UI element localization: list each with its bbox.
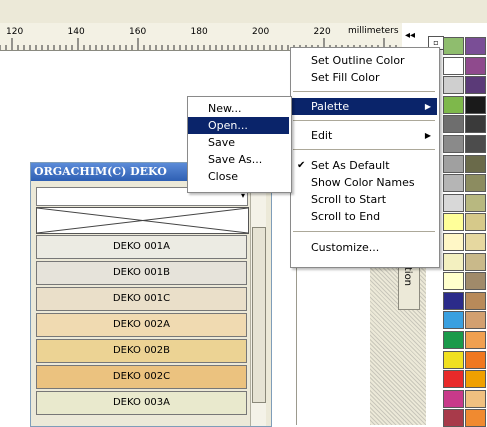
color-swatch[interactable]	[465, 213, 486, 232]
menu-item-set-fill-color[interactable]: Set Fill Color	[291, 69, 437, 86]
menu-item-scroll-to-start[interactable]: Scroll to Start	[291, 191, 437, 208]
color-swatch[interactable]	[443, 311, 464, 330]
menu-item-label: Show Color Names	[311, 176, 415, 189]
menu-separator	[293, 120, 435, 121]
color-swatch[interactable]	[465, 311, 486, 330]
scroll-palette-start-button[interactable]: ◂◂	[403, 28, 417, 44]
color-swatch[interactable]	[443, 331, 464, 349]
color-swatch[interactable]	[443, 272, 464, 291]
color-swatch[interactable]	[443, 193, 464, 212]
palette-color-row[interactable]: DEKO 001A	[36, 235, 247, 259]
ruler-tick-label: 200	[252, 27, 270, 37]
menu-item-customize[interactable]: Customize...	[291, 239, 437, 256]
color-swatch[interactable]	[443, 213, 464, 232]
ruler-tick-label: 220	[313, 27, 331, 37]
menu-item-label: Set Fill Color	[311, 71, 380, 84]
menu-item-edit[interactable]: Edit ▶	[291, 127, 437, 144]
color-swatch[interactable]	[465, 389, 486, 408]
color-swatch[interactable]	[443, 291, 464, 310]
submenu-item-save[interactable]: Save	[188, 134, 289, 151]
ruler-unit-label: millimeters	[348, 26, 399, 36]
no-color-x-icon	[36, 207, 249, 234]
ruler-tick-label: 180	[190, 27, 208, 37]
submenu-item-new[interactable]: New...	[188, 100, 289, 117]
color-swatch[interactable]	[443, 76, 464, 95]
color-swatch[interactable]	[465, 252, 486, 271]
menu-separator	[293, 91, 435, 92]
color-swatch[interactable]	[443, 370, 464, 389]
palette-submenu: New... Open... Save Save As... Close	[187, 96, 292, 193]
menu-item-palette[interactable]: Palette ▶	[291, 98, 437, 115]
palette-color-row[interactable]: DEKO 001B	[36, 261, 247, 285]
palette-scrollbar-thumb[interactable]	[252, 227, 266, 403]
menu-item-label: Edit	[311, 129, 333, 142]
color-swatch[interactable]	[443, 174, 464, 193]
palette-color-row[interactable]: DEKO 002A	[36, 313, 247, 337]
color-swatch[interactable]	[443, 135, 464, 153]
color-swatch[interactable]	[465, 135, 486, 153]
submenu-item-open[interactable]: Open...	[188, 117, 289, 134]
menu-item-label: Scroll to Start	[311, 193, 387, 206]
submenu-arrow-icon: ▶	[424, 102, 431, 111]
color-swatch[interactable]	[465, 291, 486, 310]
color-swatch[interactable]	[465, 154, 486, 173]
menu-separator	[293, 231, 435, 232]
color-swatch[interactable]	[465, 331, 486, 349]
submenu-item-save-as[interactable]: Save As...	[188, 151, 289, 168]
color-swatch[interactable]	[443, 95, 464, 114]
palette-color-row[interactable]: DEKO 002B	[36, 339, 247, 363]
color-swatch[interactable]	[465, 115, 486, 134]
color-swatch[interactable]	[465, 95, 486, 114]
palette-color-row[interactable]: DEKO 002C	[36, 365, 247, 389]
color-swatch[interactable]	[465, 76, 486, 95]
color-swatch[interactable]	[443, 115, 464, 134]
color-swatch[interactable]	[465, 370, 486, 389]
color-swatch[interactable]	[465, 174, 486, 193]
checkmark-icon: ✔	[297, 160, 306, 171]
menu-item-set-as-default[interactable]: Set As Default ✔	[291, 157, 437, 174]
color-swatch[interactable]	[465, 272, 486, 291]
no-color-swatch[interactable]	[36, 207, 249, 234]
menu-item-label: Scroll to End	[311, 210, 381, 223]
color-swatch[interactable]	[443, 154, 464, 173]
palette-color-row[interactable]: DEKO 001C	[36, 287, 247, 311]
color-swatch[interactable]	[465, 409, 486, 427]
toolbar-band	[0, 0, 487, 23]
color-swatch[interactable]	[443, 56, 464, 75]
color-swatch[interactable]	[443, 409, 464, 427]
submenu-arrow-icon: ▶	[424, 131, 431, 140]
palette-window: ORGACHIM(C) DEKO ▾ DEKO 001A DEKO 001B DEK…	[30, 162, 272, 427]
color-swatch[interactable]	[443, 37, 464, 55]
color-swatch[interactable]	[465, 233, 486, 251]
color-swatch[interactable]	[443, 252, 464, 271]
menu-item-label: Palette	[311, 100, 350, 113]
palette-scrollbar[interactable]	[250, 187, 266, 426]
submenu-item-close[interactable]: Close	[188, 168, 289, 185]
menu-item-label: Customize...	[311, 241, 380, 254]
menu-item-label: Set Outline Color	[311, 54, 405, 67]
menu-item-show-color-names[interactable]: Show Color Names	[291, 174, 437, 191]
ruler-tick-label: 120	[6, 27, 24, 37]
ruler-tick-label: 160	[129, 27, 147, 37]
ruler-tick-label: 140	[67, 27, 85, 37]
color-swatch[interactable]	[443, 350, 464, 369]
color-swatch[interactable]	[465, 350, 486, 369]
color-swatch[interactable]	[443, 389, 464, 408]
menu-separator	[293, 149, 435, 150]
color-swatch[interactable]	[465, 193, 486, 212]
color-swatch[interactable]	[443, 233, 464, 251]
menu-item-set-outline-color[interactable]: Set Outline Color	[291, 52, 437, 69]
color-swatch[interactable]	[465, 56, 486, 75]
color-swatch[interactable]	[465, 37, 486, 55]
menu-item-scroll-to-end[interactable]: Scroll to End	[291, 208, 437, 225]
palette-color-row[interactable]: DEKO 003A	[36, 391, 247, 415]
palette-context-menu: Set Outline Color Set Fill Color Palette ▶ E…	[290, 47, 440, 268]
menu-item-label: Set As Default	[311, 159, 390, 172]
